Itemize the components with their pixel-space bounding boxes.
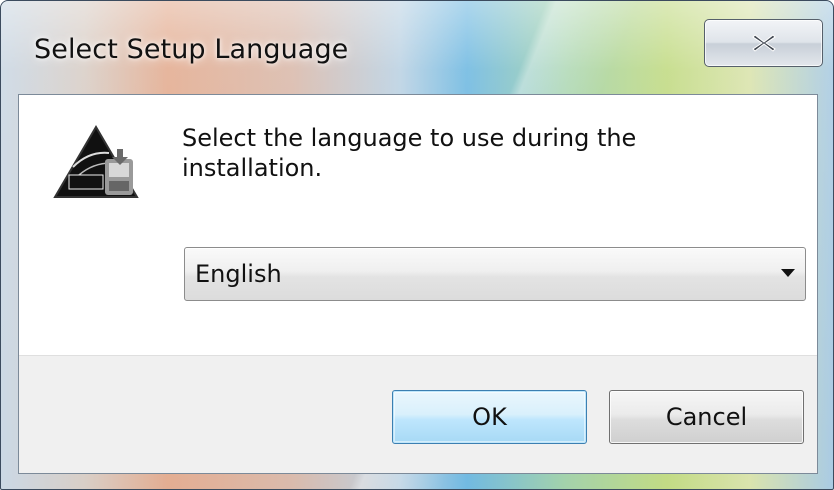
setup-language-window: Select Setup Language Select the languag… — [0, 0, 834, 490]
language-select-value: English — [195, 260, 282, 288]
title-bar[interactable]: Select Setup Language — [1, 1, 833, 94]
instruction-text: Select the language to use during the in… — [182, 123, 782, 183]
instruction-line-2: installation. — [182, 154, 323, 182]
window-title: Select Setup Language — [34, 34, 349, 65]
language-select[interactable]: English — [184, 247, 806, 301]
ok-button[interactable]: OK — [392, 390, 587, 444]
chevron-down-icon[interactable] — [781, 269, 795, 277]
close-button[interactable] — [704, 19, 823, 67]
instruction-line-1: Select the language to use during the — [182, 124, 637, 152]
button-bar: OK Cancel — [19, 355, 817, 473]
cancel-button[interactable]: Cancel — [609, 390, 804, 444]
dialog-content: Select the language to use during the in… — [19, 95, 817, 355]
close-icon — [751, 32, 777, 54]
setup-app-icon — [51, 123, 141, 205]
dialog-client-area: Select the language to use during the in… — [18, 94, 818, 474]
